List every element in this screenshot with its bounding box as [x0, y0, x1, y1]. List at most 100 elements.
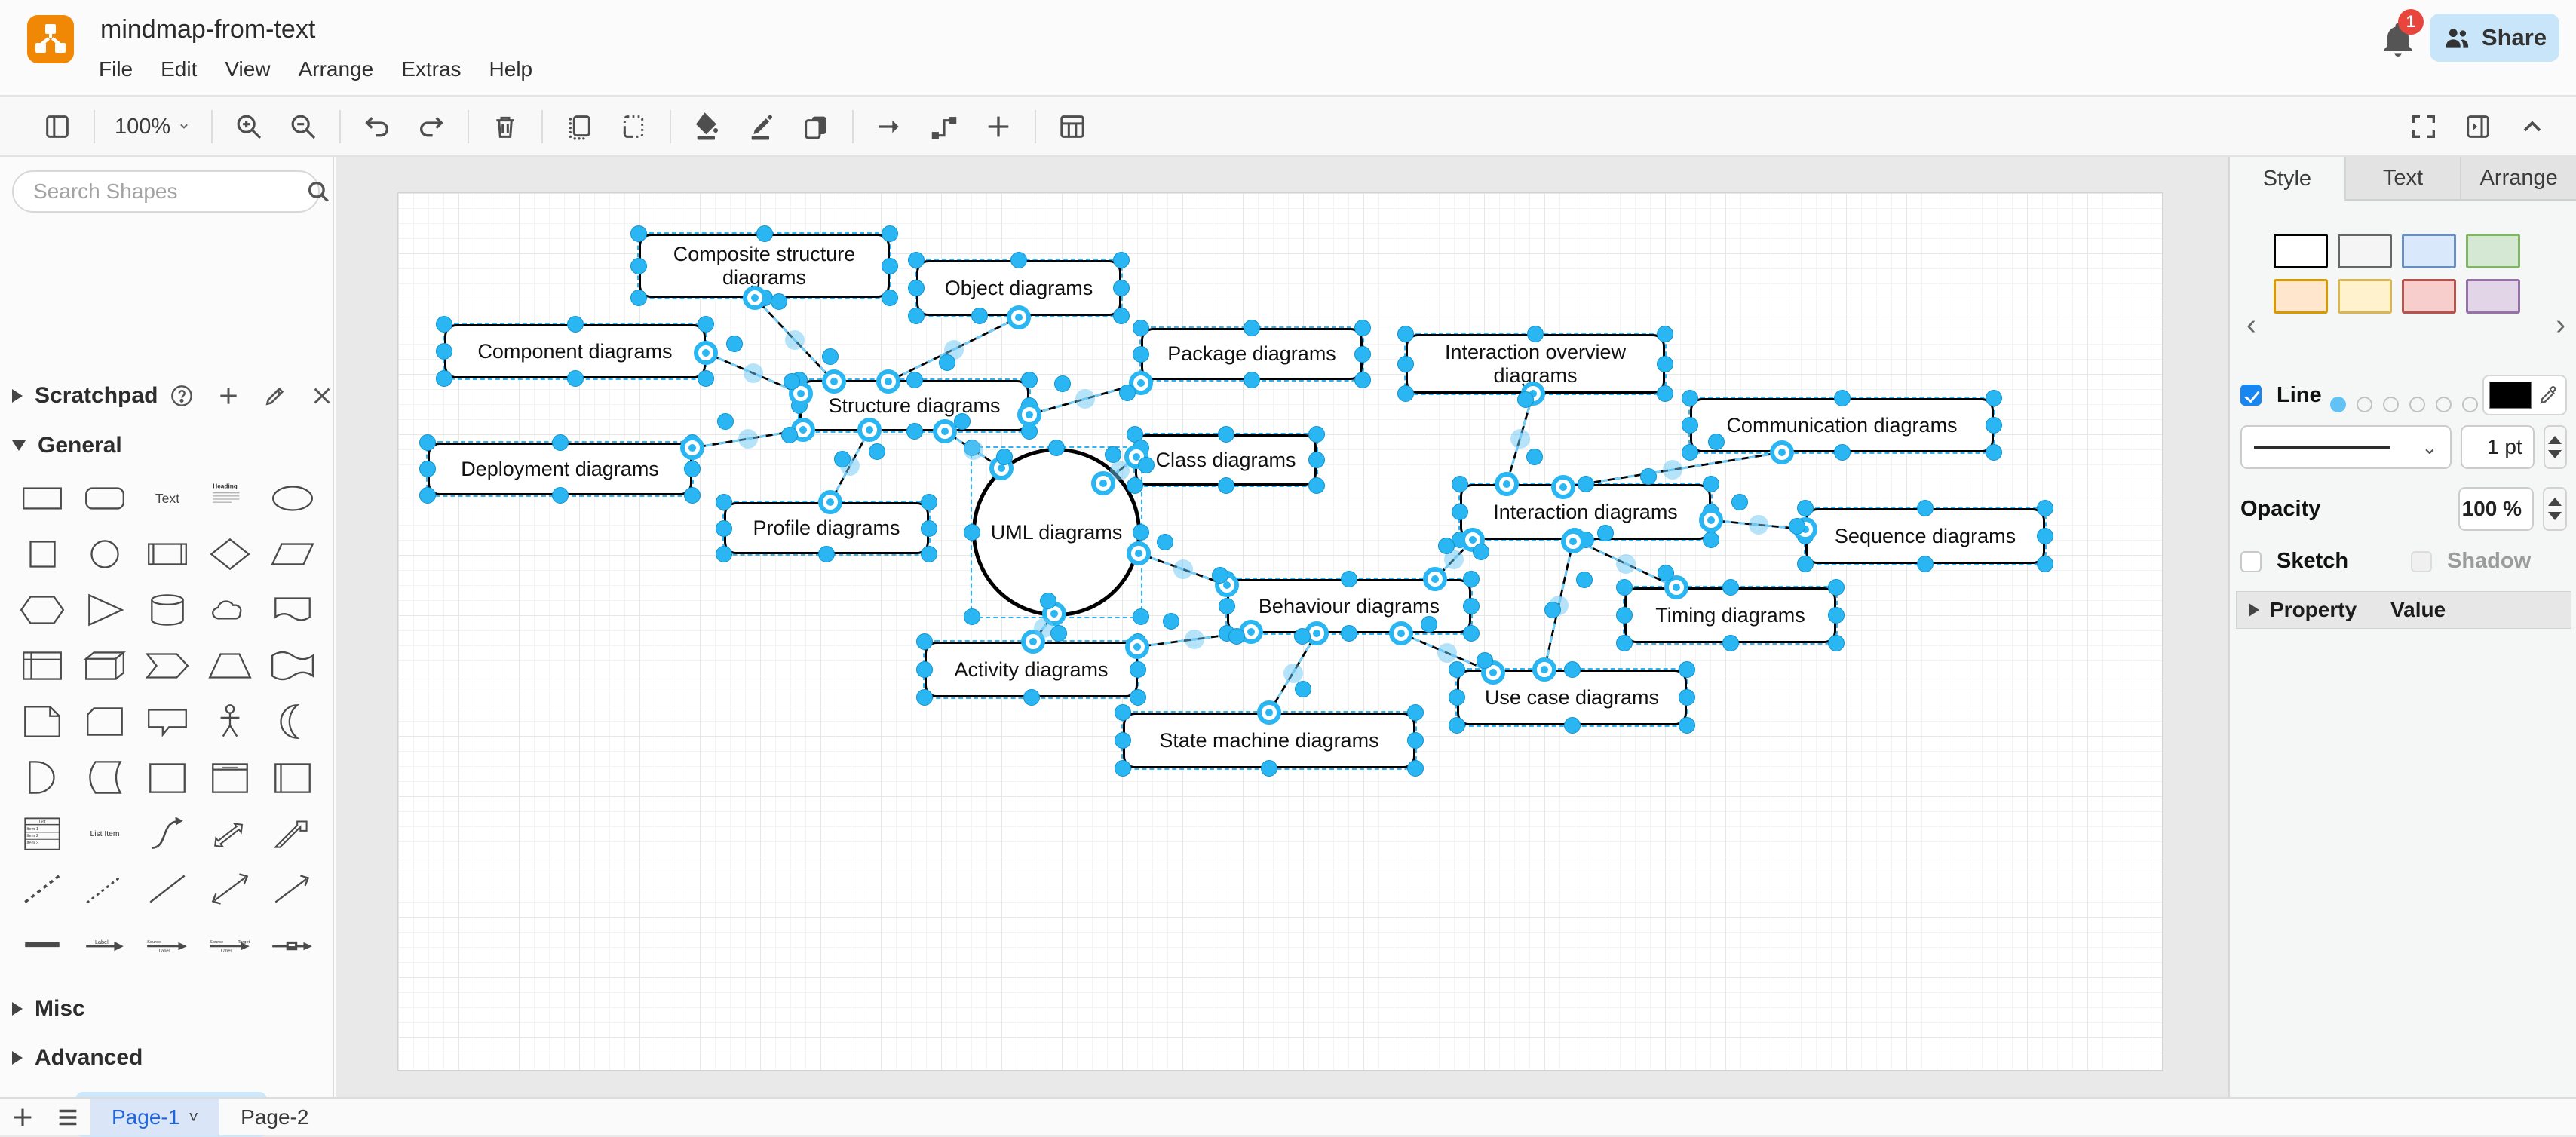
expand-arrow-icon[interactable] — [12, 389, 23, 403]
selection-handle[interactable] — [1354, 372, 1371, 388]
edge-virtual-handle[interactable] — [964, 440, 983, 460]
shape-curve[interactable] — [136, 805, 198, 861]
selection-handle[interactable] — [436, 370, 452, 387]
selection-handle[interactable] — [2037, 556, 2053, 572]
sidebar-section-advanced[interactable]: Advanced — [12, 1045, 143, 1071]
shape-or[interactable] — [261, 694, 324, 749]
selection-handle[interactable] — [1048, 440, 1065, 456]
shape-arrow-box[interactable] — [261, 917, 324, 973]
selection-handle[interactable] — [567, 370, 584, 387]
selection-handle[interactable] — [1526, 449, 1543, 465]
style-swatch-5[interactable] — [2338, 279, 2392, 314]
selection-handle[interactable] — [1244, 320, 1260, 336]
line-color-button[interactable] — [742, 107, 781, 146]
style-swatch-7[interactable] — [2466, 279, 2520, 314]
selection-handle[interactable] — [1564, 717, 1581, 734]
shape-note[interactable] — [11, 694, 73, 749]
edge-endpoint-handle[interactable] — [1770, 440, 1794, 464]
selection-handle[interactable] — [882, 290, 898, 306]
undo-button[interactable] — [357, 107, 397, 146]
selection-handle[interactable] — [964, 608, 980, 625]
selection-handle[interactable] — [1657, 356, 1673, 372]
tab-arrange[interactable]: Arrange — [2461, 157, 2576, 201]
shape-arrow-source-label[interactable]: SourceLabel — [136, 917, 198, 973]
edge-virtual-handle[interactable] — [1173, 559, 1193, 579]
line-color-swatch[interactable] — [2489, 382, 2532, 409]
selection-handle[interactable] — [1421, 616, 1437, 633]
edge-endpoint-handle[interactable] — [1125, 635, 1149, 659]
shape-vertical-container[interactable] — [198, 749, 261, 805]
selection-handle[interactable] — [1397, 356, 1414, 372]
selection-handle[interactable] — [1407, 760, 1424, 777]
selection-handle[interactable] — [834, 451, 851, 467]
selection-handle[interactable] — [1105, 446, 1121, 463]
line-width-input[interactable]: 1 pt — [2461, 425, 2535, 469]
selection-handle[interactable] — [1834, 444, 1851, 461]
selection-handle[interactable] — [1452, 476, 1468, 492]
edge-virtual-handle[interactable] — [1110, 461, 1130, 480]
shape-cylinder[interactable] — [136, 582, 198, 638]
edge-endpoint-handle[interactable] — [1389, 621, 1413, 645]
line-width-stepper[interactable] — [2544, 425, 2567, 469]
selection-handle[interactable] — [1986, 417, 2002, 434]
selection-handle[interactable] — [2037, 528, 2053, 544]
shape-process[interactable] — [136, 526, 198, 582]
shape-parallelogram[interactable] — [261, 526, 324, 582]
selection-handle[interactable] — [1544, 602, 1561, 618]
shape-data-storage[interactable] — [73, 749, 136, 805]
selection-handle[interactable] — [1722, 635, 1739, 651]
edge-endpoint-handle[interactable] — [680, 436, 704, 460]
selection-handle[interactable] — [1157, 534, 1173, 550]
shape-dashed-line[interactable] — [11, 861, 73, 917]
zoom-select[interactable]: 100% — [115, 115, 192, 139]
tab-text[interactable]: Text — [2346, 157, 2462, 201]
selection-handle[interactable] — [1115, 760, 1131, 777]
selection-handle[interactable] — [698, 316, 714, 333]
selection-handle[interactable] — [996, 449, 1013, 465]
search-input[interactable] — [14, 179, 305, 204]
selection-handle[interactable] — [964, 524, 980, 541]
selection-handle[interactable] — [954, 413, 971, 430]
selection-handle[interactable] — [1130, 661, 1146, 678]
selection-handle[interactable] — [1115, 732, 1131, 749]
shape-trapezoid[interactable] — [198, 638, 261, 694]
selection-handle[interactable] — [419, 487, 436, 504]
line-color-picker[interactable] — [2482, 375, 2567, 415]
collapse-arrow-icon[interactable] — [12, 440, 26, 451]
tab-style[interactable]: Style — [2230, 157, 2346, 201]
selection-handle[interactable] — [1731, 494, 1748, 510]
selection-handle[interactable] — [1657, 385, 1673, 402]
selection-handle[interactable] — [1679, 689, 1695, 706]
selection-handle[interactable] — [1449, 661, 1465, 678]
shape-step[interactable] — [136, 638, 198, 694]
selection-handle[interactable] — [1828, 607, 1845, 624]
selection-handle[interactable] — [1463, 598, 1480, 614]
shape-arrow[interactable] — [261, 805, 324, 861]
selection-handle[interactable] — [684, 461, 701, 477]
edge-endpoint-handle[interactable] — [743, 286, 767, 310]
selection-handle[interactable] — [1228, 628, 1245, 645]
selection-handle[interactable] — [1797, 556, 1814, 572]
fill-color-button[interactable] — [688, 107, 727, 146]
sketch-checkbox[interactable] — [2240, 551, 2262, 572]
edge-endpoint-handle[interactable] — [1127, 541, 1151, 565]
selection-handle[interactable] — [1054, 375, 1071, 392]
selection-handle[interactable] — [1917, 500, 1934, 516]
selection-handle[interactable] — [716, 546, 732, 562]
edge-endpoint-handle[interactable] — [1007, 305, 1031, 329]
chevron-down-icon[interactable]: ˅ — [189, 1108, 198, 1127]
selection-handle[interactable] — [1449, 717, 1465, 734]
menu-file[interactable]: File — [99, 57, 133, 81]
selection-handle[interactable] — [921, 546, 937, 562]
selection-handle[interactable] — [1564, 661, 1581, 678]
selection-handle[interactable] — [869, 443, 885, 460]
connection-button[interactable] — [870, 107, 909, 146]
menu-edit[interactable]: Edit — [161, 57, 197, 81]
shape-cube[interactable] — [73, 638, 136, 694]
opacity-stepper[interactable] — [2543, 487, 2567, 531]
opacity-input[interactable]: 100 % — [2458, 487, 2534, 531]
shape-callout[interactable] — [136, 694, 198, 749]
selection-handle[interactable] — [1341, 625, 1357, 642]
selection-handle[interactable] — [1021, 372, 1038, 388]
selection-handle[interactable] — [1113, 252, 1130, 268]
